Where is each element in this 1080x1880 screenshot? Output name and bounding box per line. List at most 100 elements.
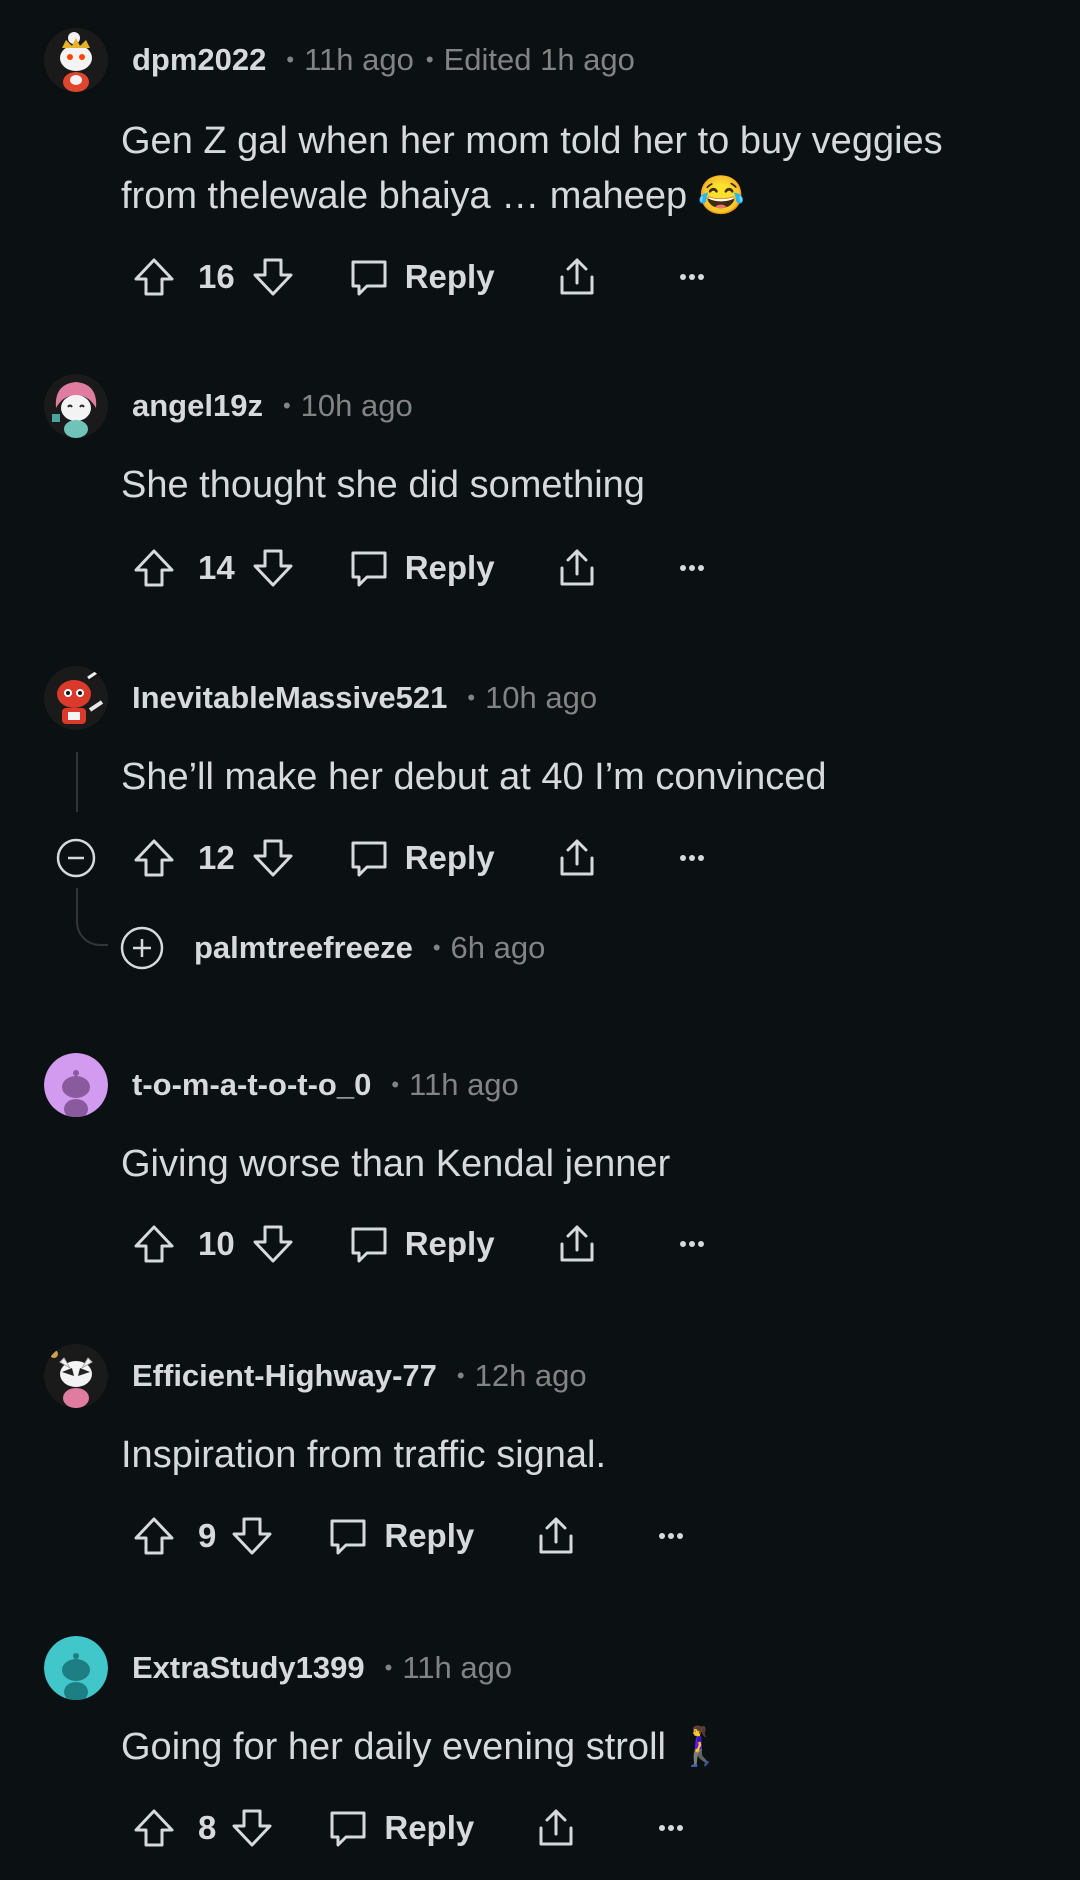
user-avatar[interactable] [44,374,108,438]
separator-dot: • [467,685,476,710]
reply-button[interactable]: Reply [347,546,495,590]
collapsed-reply[interactable]: palmtreefreeze • 6h ago [120,924,545,972]
comment-meta: t-o-m-a-t-o-t-o_0 • 11h ago [132,1067,519,1103]
separator-dot: • [384,1655,393,1680]
comment-bubble-icon [351,551,387,587]
snoo-crowned-avatar-icon [44,28,108,92]
share-icon[interactable] [555,546,599,590]
username[interactable]: dpm2022 [132,42,266,78]
vote-count: 8 [198,1809,217,1846]
username[interactable]: InevitableMassive521 [132,680,447,716]
collapse-thread-icon[interactable] [56,838,96,878]
user-avatar[interactable] [44,1344,108,1408]
username[interactable]: angel19z [132,388,263,424]
reply-label: Reply [404,1225,495,1262]
reply-label: Reply [404,839,495,876]
upvote-icon[interactable] [132,255,176,299]
vote-count: 14 [198,549,235,586]
separator-dot: • [456,1363,465,1388]
reply-label: Reply [404,549,495,586]
username[interactable]: ExtraStudy1399 [132,1650,365,1686]
vote-count: 10 [198,1225,235,1262]
separator-dot: • [432,935,441,960]
more-options-icon[interactable] [670,1222,714,1266]
share-icon[interactable] [555,1222,599,1266]
comment-list: dpm2022 • 11h ago • Edited 1h ago Gen Z … [0,0,1080,1880]
comment-bubble-icon [351,841,387,877]
timestamp: 11h ago [402,1650,513,1685]
user-avatar[interactable] [44,28,108,92]
edited-label: Edited 1h ago [443,42,635,77]
snoo-red-avatar-icon [44,666,108,730]
downvote-icon[interactable] [251,1222,295,1266]
upvote-icon[interactable] [132,546,176,590]
username[interactable]: Efficient-Highway-77 [132,1358,437,1394]
reply-label: Reply [384,1517,475,1554]
comment-body: She thought she did something [121,464,645,506]
comment-body: Going for her daily evening stroll 🚶‍♀️ [121,1726,724,1768]
timestamp: 11h ago [304,42,414,77]
vote-count: 9 [198,1517,217,1554]
comment-meta: InevitableMassive521 • 10h ago [132,680,597,716]
reply-button[interactable]: Reply [347,836,495,880]
comment-meta: ExtraStudy1399 • 11h ago [132,1650,512,1686]
upvote-icon[interactable] [132,1514,176,1558]
separator-dot: • [286,47,295,72]
default-snoo-teal-avatar-icon [44,1636,108,1700]
comment-actions: 10 Reply [132,1214,714,1274]
timestamp: 10h ago [300,388,413,423]
downvote-icon[interactable] [230,1806,274,1850]
comment-actions: 9 Reply [132,1506,693,1566]
downvote-icon[interactable] [251,546,295,590]
upvote-icon[interactable] [132,836,176,880]
downvote-icon[interactable] [251,255,295,299]
default-snoo-purple-avatar-icon [44,1053,108,1117]
reply-timestamp: 6h ago [450,930,546,965]
user-avatar[interactable] [44,666,108,730]
thread-line [76,752,78,812]
reply-button[interactable]: Reply [326,1514,474,1558]
downvote-icon[interactable] [251,836,295,880]
user-avatar[interactable] [44,1636,108,1700]
comment-bubble-icon [330,1811,366,1847]
timestamp: 11h ago [409,1067,519,1102]
comment-bubble-icon [351,1227,387,1263]
share-icon[interactable] [555,255,599,299]
reply-username[interactable]: palmtreefreeze [194,930,413,966]
comment-meta: angel19z • 10h ago [132,388,413,424]
user-avatar[interactable] [44,1053,108,1117]
vote-count: 16 [198,258,235,295]
comment-meta: dpm2022 • 11h ago • Edited 1h ago [132,42,635,78]
timestamp: 12h ago [474,1358,587,1393]
share-icon[interactable] [555,836,599,880]
more-options-icon[interactable] [670,546,714,590]
reply-button[interactable]: Reply [347,255,495,299]
separator-dot: • [391,1072,400,1097]
comment-body: Inspiration from traffic signal. [121,1434,607,1476]
comment-actions: 12 Reply [132,828,714,888]
reply-label: Reply [404,258,495,295]
comment-bubble-icon [351,260,387,296]
snoo-pink-hair-avatar-icon [44,374,108,438]
downvote-icon[interactable] [230,1514,274,1558]
comment-actions: 16 Reply [132,247,714,307]
upvote-icon[interactable] [132,1806,176,1850]
reply-button[interactable]: Reply [326,1806,474,1850]
reply-label: Reply [384,1809,475,1846]
username[interactable]: t-o-m-a-t-o-t-o_0 [132,1067,371,1103]
more-options-icon[interactable] [670,836,714,880]
timestamp: 10h ago [485,680,598,715]
reply-button[interactable]: Reply [347,1222,495,1266]
more-options-icon[interactable] [649,1806,693,1850]
more-options-icon[interactable] [670,255,714,299]
comment-body: Gen Z gal when her mom told her to buy v… [121,120,943,217]
share-icon[interactable] [534,1514,578,1558]
more-options-icon[interactable] [649,1514,693,1558]
share-icon[interactable] [534,1806,578,1850]
comment-body: She’ll make her debut at 40 I’m convince… [121,756,827,798]
comment-actions: 14 Reply [132,538,714,598]
comment-body: Giving worse than Kendal jenner [121,1143,671,1185]
vote-count: 12 [198,839,235,876]
upvote-icon[interactable] [132,1222,176,1266]
expand-thread-icon[interactable] [120,926,164,970]
